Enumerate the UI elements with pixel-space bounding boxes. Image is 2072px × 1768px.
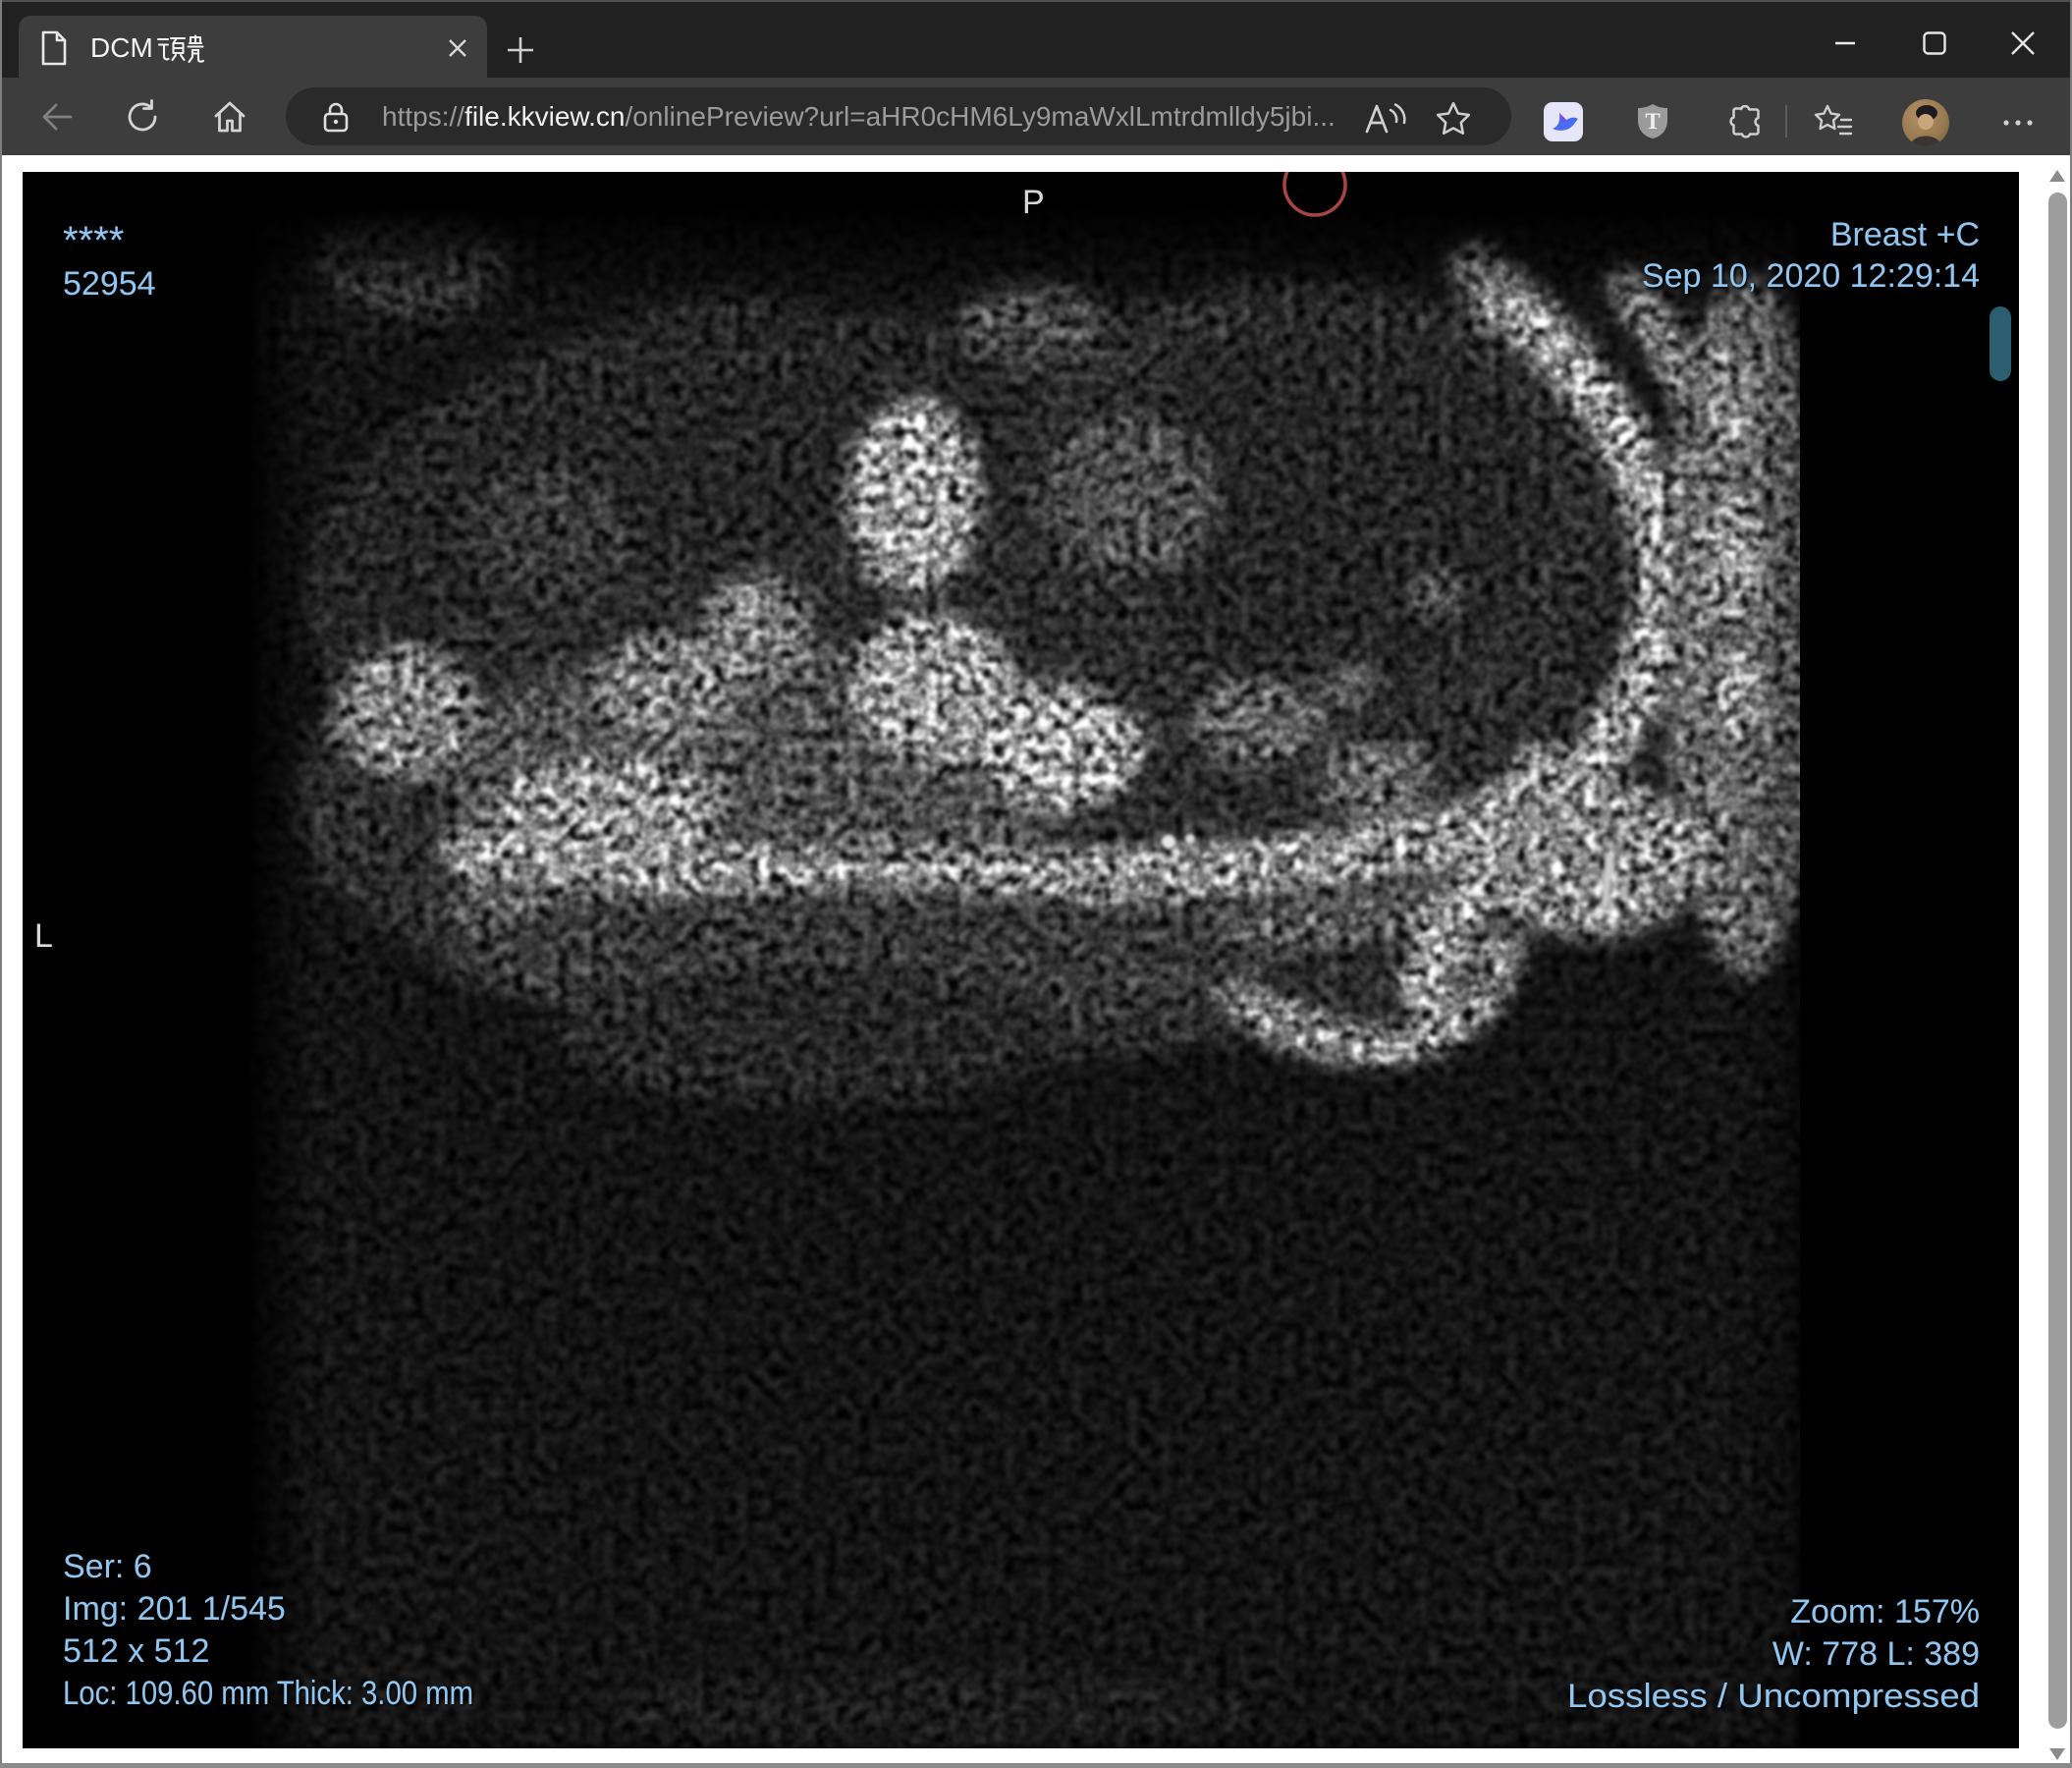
svg-text:Loc: 109.60 mm Thick: 3.00 mm: Loc: 109.60 mm Thick: 3.00 mm	[63, 1675, 473, 1712]
svg-text:512 x 512: 512 x 512	[63, 1632, 209, 1670]
svg-text:W: 778 L: 389: W: 778 L: 389	[1772, 1635, 1980, 1673]
svg-text:****: ****	[63, 219, 124, 262]
svg-text:Breast +C: Breast +C	[1830, 216, 1980, 253]
svg-text:T: T	[1645, 109, 1660, 134]
svg-text:Img: 201 1/545: Img: 201 1/545	[63, 1590, 286, 1628]
svg-text:Zoom: 157%: Zoom: 157%	[1790, 1593, 1980, 1630]
svg-text:P: P	[1022, 184, 1045, 221]
svg-text:Ser: 6: Ser: 6	[63, 1548, 152, 1585]
svg-text:L: L	[34, 917, 53, 955]
svg-text:52954: 52954	[63, 265, 156, 303]
svg-text:Sep 10, 2020 12:29:14: Sep 10, 2020 12:29:14	[1642, 257, 1980, 295]
svg-text:Lossless / Uncompressed: Lossless / Uncompressed	[1567, 1678, 1980, 1715]
